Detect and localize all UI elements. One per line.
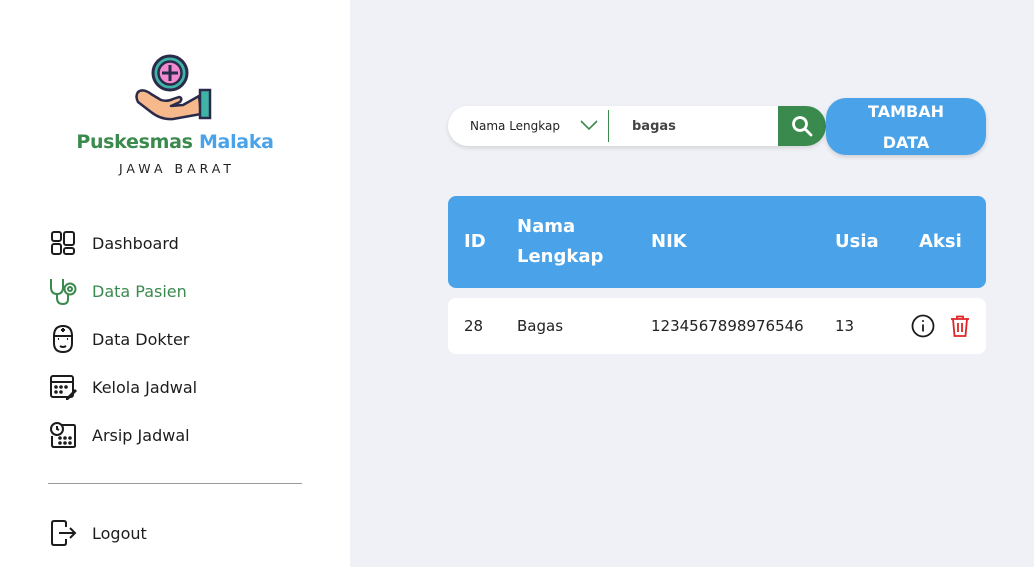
sidebar-item-label: Data Pasien xyxy=(92,281,187,301)
sidebar-divider xyxy=(48,483,302,484)
search-input[interactable] xyxy=(620,112,770,140)
sidebar-item-dashboard[interactable]: Dashboard xyxy=(48,227,308,259)
filter-select-value: Nama Lengkap xyxy=(470,119,560,133)
cell-nik: 1234567898976546 xyxy=(651,317,804,335)
logout-icon xyxy=(48,518,78,548)
doctor-icon xyxy=(48,324,78,354)
column-header-id: ID xyxy=(464,231,486,252)
health-care-hand-icon xyxy=(135,54,212,121)
dashboard-grid-icon xyxy=(48,228,78,258)
calendar-edit-icon xyxy=(48,372,78,402)
sidebar-item-data-dokter[interactable]: Data Dokter xyxy=(48,323,308,355)
add-data-button[interactable]: TAMBAH DATA xyxy=(826,98,986,155)
search-bar: Nama Lengkap xyxy=(448,106,826,146)
sidebar-item-label: Data Dokter xyxy=(92,329,190,349)
sidebar-item-label: Kelola Jadwal xyxy=(92,377,198,397)
brand-name-part2: Malaka xyxy=(198,131,274,153)
search-button[interactable] xyxy=(778,106,826,146)
column-header-name: Nama Lengkap xyxy=(517,216,604,267)
delete-icon[interactable] xyxy=(948,314,972,338)
column-header-age: Usia xyxy=(835,231,879,252)
table-header: ID Nama Lengkap NIK Usia Aksi xyxy=(448,196,986,288)
sidebar-item-data-pasien[interactable]: Data Pasien xyxy=(48,275,308,307)
calendar-clock-icon xyxy=(48,420,78,450)
cell-id: 28 xyxy=(464,317,484,335)
add-data-label: TAMBAH DATA xyxy=(868,101,944,152)
sidebar: Puskesmas Malaka JAWA BARAT Dashboard Da… xyxy=(0,0,350,567)
cell-name: Bagas xyxy=(517,317,564,335)
chevron-down-icon xyxy=(580,120,598,131)
column-header-action: Aksi xyxy=(919,231,962,252)
info-icon[interactable] xyxy=(911,314,935,338)
brand-name: Puskesmas Malaka xyxy=(0,131,350,153)
logout-button[interactable]: Logout xyxy=(48,517,308,549)
sidebar-item-kelola-jadwal[interactable]: Kelola Jadwal xyxy=(48,371,308,403)
search-icon xyxy=(792,116,813,137)
brand-name-part1: Puskesmas xyxy=(76,131,193,153)
stethoscope-icon xyxy=(48,276,78,306)
search-separator xyxy=(608,110,609,142)
logout-label: Logout xyxy=(92,523,147,543)
cell-age: 13 xyxy=(835,317,855,335)
table-row: 28 Bagas 1234567898976546 13 xyxy=(448,298,986,354)
sidebar-item-label: Dashboard xyxy=(92,233,179,253)
sidebar-item-label: Arsip Jadwal xyxy=(92,425,190,445)
brand-region: JAWA BARAT xyxy=(118,161,236,176)
sidebar-item-arsip-jadwal[interactable]: Arsip Jadwal xyxy=(48,419,308,451)
column-header-nik: NIK xyxy=(651,231,687,252)
filter-select[interactable]: Nama Lengkap xyxy=(448,106,608,146)
